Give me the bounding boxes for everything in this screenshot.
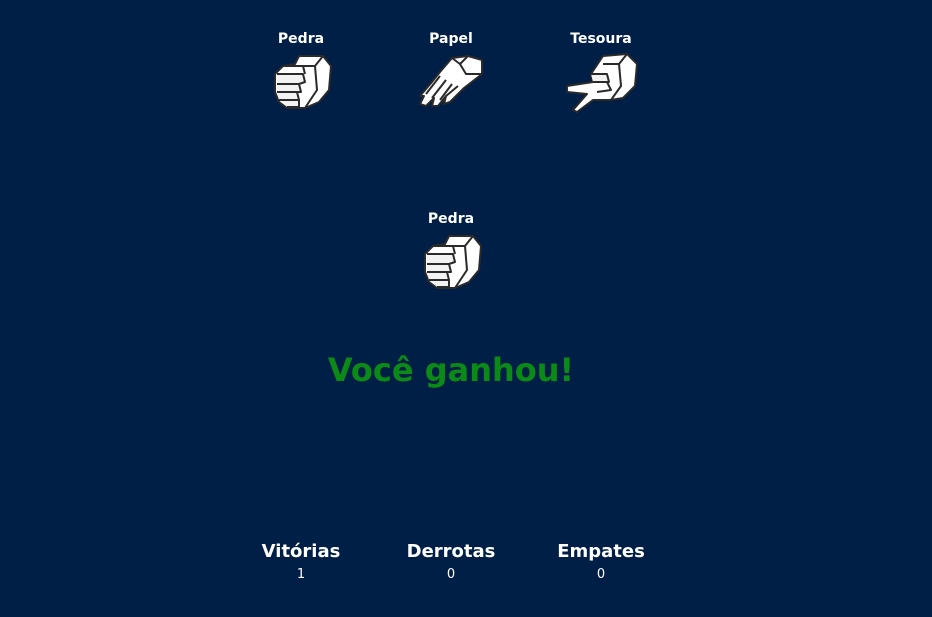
scissors-choice-button[interactable]: Tesoura bbox=[551, 30, 651, 116]
result-message: Você ganhou! bbox=[327, 351, 575, 389]
paper-choice-label: Papel bbox=[429, 31, 473, 47]
wins-label: Vitórias bbox=[261, 541, 341, 562]
paper-choice-button[interactable]: Papel bbox=[401, 30, 501, 112]
open-hand-icon bbox=[419, 55, 483, 107]
wins-value: 1 bbox=[296, 567, 306, 582]
scoreboard: Vitórias 1 Derrotas 0 Empates 0 bbox=[0, 540, 932, 590]
fist-icon bbox=[274, 55, 332, 109]
losses-value: 0 bbox=[446, 567, 456, 582]
losses-label: Derrotas bbox=[406, 541, 496, 562]
scissors-choice-label: Tesoura bbox=[570, 31, 632, 47]
rock-choice-label: Pedra bbox=[277, 31, 325, 47]
losses-score: Derrotas 0 bbox=[391, 540, 511, 584]
computer-choice-label: Pedra bbox=[427, 211, 475, 227]
rock-choice-button[interactable]: Pedra bbox=[251, 30, 351, 112]
player-choices: Pedra Papel Tesoura bbox=[0, 30, 932, 130]
draws-score: Empates 0 bbox=[541, 540, 661, 584]
computer-choice: Pedra bbox=[401, 210, 501, 292]
draws-label: Empates bbox=[557, 541, 645, 562]
wins-score: Vitórias 1 bbox=[241, 540, 361, 584]
draws-value: 0 bbox=[596, 567, 606, 582]
fist-icon bbox=[424, 235, 482, 289]
two-fingers-icon bbox=[566, 53, 638, 113]
